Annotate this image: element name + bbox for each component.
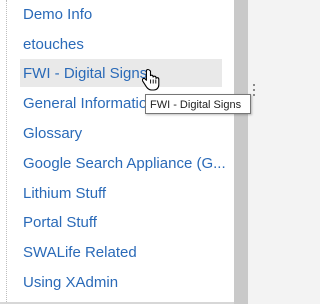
list-item-etouches[interactable]: etouches <box>14 30 220 58</box>
list-item-fwi-digital-signs[interactable]: FWI - Digital Signs <box>20 59 222 87</box>
list-item-label: Google Search Appliance (G... <box>23 154 226 172</box>
list-item-using-xadmin[interactable]: Using XAdmin <box>14 268 220 296</box>
list-item-glossary[interactable]: Glossary <box>14 119 220 147</box>
list-item-label: General Information <box>23 94 156 112</box>
vertical-scrollbar[interactable] <box>234 0 248 304</box>
hover-tooltip: FWI - Digital Signs <box>145 94 251 114</box>
list-item-label: FWI - Digital Signs <box>23 64 148 82</box>
splitter-gutter <box>248 0 274 304</box>
list-item-label: etouches <box>23 35 84 53</box>
list-item-label: Demo Info <box>23 5 93 23</box>
list-item-google-search-appliance[interactable]: Google Search Appliance (G... <box>14 149 226 177</box>
list-item-label: SWALife Related <box>23 243 137 261</box>
list-item-swalife-related[interactable]: SWALife Related <box>14 238 220 266</box>
hand-pointer-icon <box>142 68 160 91</box>
list-item-label: Portal Stuff <box>23 213 97 231</box>
list-item-label: Lithium Stuff <box>23 184 107 202</box>
list-item-label: Using XAdmin <box>23 273 119 291</box>
list-item-portal-stuff[interactable]: Portal Stuff <box>14 208 220 236</box>
tree-divider <box>6 0 7 304</box>
list-item-lithium-stuff[interactable]: Lithium Stuff <box>14 179 220 207</box>
list-item-demo-info[interactable]: Demo Info <box>14 0 220 28</box>
topic-list-panel: Demo Info etouches FWI - Digital Signs G… <box>0 0 234 304</box>
splitter-grip-icon[interactable] <box>253 84 257 98</box>
list-item-label: Glossary <box>23 124 83 142</box>
